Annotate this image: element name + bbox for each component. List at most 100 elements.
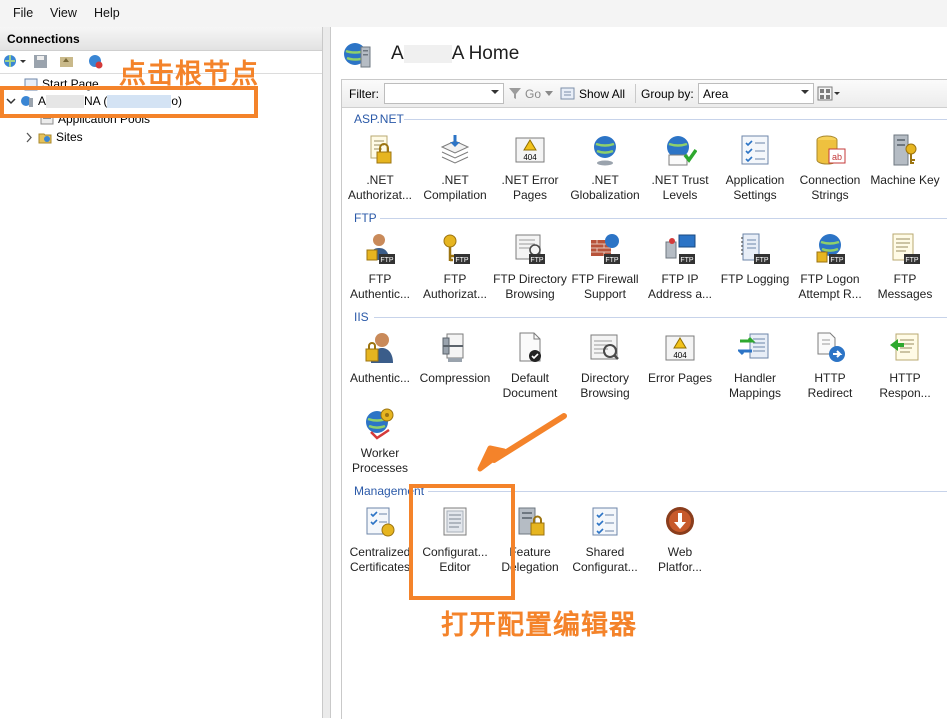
- menu-view[interactable]: View: [50, 6, 77, 20]
- sites-folder-icon: [38, 133, 52, 144]
- svg-text:FTP: FTP: [605, 257, 619, 264]
- page-title: AA Home: [391, 43, 520, 64]
- tree-item-sites[interactable]: Sites: [24, 130, 83, 148]
- feature-delegation-icon: [518, 507, 545, 536]
- connection-strings-icon: ab: [816, 135, 846, 165]
- connect-globe-icon[interactable]: [3, 54, 18, 69]
- feature-ftp-logging[interactable]: FTP FTP Logging: [717, 232, 793, 287]
- home-panel: AA Home Filter: Go Show All Group by: Ar…: [331, 27, 947, 719]
- server-home-icon: [344, 43, 371, 68]
- go-funnel-icon[interactable]: [508, 87, 522, 100]
- feature-ftp-authorization[interactable]: FTP FTP Authorizat...: [417, 232, 493, 302]
- features-view: Filter: Go Show All Group by: Area ASP.N…: [341, 79, 947, 719]
- compression-icon: [442, 333, 464, 362]
- annotation-open-config-editor: 打开配置编辑器: [441, 610, 637, 640]
- show-all-button[interactable]: Show All: [579, 87, 625, 101]
- chevron-right-icon[interactable]: [24, 131, 34, 144]
- feature-authentication[interactable]: Authentic...: [342, 331, 418, 386]
- default-document-icon: [519, 332, 541, 362]
- filter-input[interactable]: [384, 83, 504, 104]
- feature-connection-strings[interactable]: ab Connection Strings: [792, 133, 868, 203]
- feature-error-pages[interactable]: 404 Error Pages: [642, 331, 718, 386]
- redacted-text: [403, 44, 452, 63]
- net-error-pages-icon: 404: [515, 137, 545, 163]
- show-all-icon[interactable]: [560, 86, 576, 101]
- connections-panel: Connections Start Page A NA (o) Applicati…: [0, 27, 323, 718]
- ftp-authentication-icon: FTP: [366, 234, 395, 264]
- ftp-logon-attempt-icon: FTP: [816, 234, 845, 264]
- connections-title: Connections: [7, 32, 80, 46]
- svg-text:FTP: FTP: [755, 257, 769, 264]
- worker-processes-icon: [366, 408, 394, 440]
- feature-directory-browsing[interactable]: Directory Browsing: [567, 331, 643, 401]
- ftp-messages-icon: FTP: [892, 233, 920, 264]
- feature-compression[interactable]: Compression: [417, 331, 493, 386]
- ftp-directory-browsing-icon: FTP: [515, 234, 545, 264]
- annotation-arrow-icon: [477, 413, 567, 472]
- feature-default-document[interactable]: Default Document: [492, 331, 568, 401]
- ftp-ip-address-icon: FTP: [665, 234, 696, 264]
- svg-text:FTP: FTP: [380, 257, 394, 264]
- feature-ftp-directory-browsing[interactable]: FTP FTP Directory Browsing: [492, 232, 568, 302]
- go-button[interactable]: Go: [525, 87, 541, 101]
- menu-file[interactable]: File: [13, 6, 33, 20]
- up-level-icon[interactable]: [59, 54, 74, 69]
- disconnect-icon[interactable]: [88, 54, 103, 69]
- authentication-icon: [365, 333, 393, 363]
- panel-splitter[interactable]: [323, 27, 331, 718]
- dropdown-arrow-icon[interactable]: [19, 54, 27, 69]
- http-response-headers-icon: [890, 333, 919, 361]
- svg-text:FTP: FTP: [680, 257, 694, 264]
- group-by-select[interactable]: Area: [698, 83, 814, 104]
- menu-bar: File View Help: [0, 0, 947, 28]
- feature-ftp-authentication[interactable]: FTP FTP Authentic...: [342, 232, 418, 302]
- section-aspnet-label: ASP.NET: [354, 112, 404, 126]
- annotation-highlight-config-editor: [409, 484, 515, 600]
- feature-ftp-firewall-support[interactable]: FTP FTP Firewall Support: [567, 232, 643, 302]
- section-iis-label: IIS: [354, 310, 369, 324]
- application-settings-icon: [741, 135, 769, 165]
- chevron-down-icon[interactable]: [491, 90, 499, 94]
- connections-header: Connections: [0, 27, 322, 51]
- svg-text:FTP: FTP: [455, 257, 469, 264]
- feature-centralized-certificates[interactable]: Centralized Certificates: [342, 505, 418, 575]
- svg-text:FTP: FTP: [830, 257, 844, 264]
- feature-handler-mappings[interactable]: Handler Mappings: [717, 331, 793, 401]
- feature-net-globalization[interactable]: .NET Globalization: [567, 133, 643, 203]
- ftp-logging-icon: FTP: [741, 233, 770, 264]
- svg-text:404: 404: [673, 351, 687, 360]
- feature-http-redirect[interactable]: HTTP Redirect: [792, 331, 868, 401]
- feature-machine-key[interactable]: Machine Key: [867, 133, 943, 188]
- directory-browsing-icon: [590, 334, 619, 360]
- menu-help[interactable]: Help: [94, 6, 120, 20]
- group-by-label: Group by:: [641, 87, 694, 101]
- feature-web-platform-installer[interactable]: Web Platfor...: [642, 505, 718, 575]
- toolbar-separator: [635, 84, 636, 103]
- http-redirect-icon: [817, 332, 845, 362]
- machine-key-icon: [893, 134, 917, 166]
- feature-http-response-headers[interactable]: HTTP Respon...: [867, 331, 943, 401]
- feature-application-settings[interactable]: Application Settings: [717, 133, 793, 203]
- feature-ftp-logon-attempt[interactable]: FTP FTP Logon Attempt R...: [792, 232, 868, 302]
- chevron-down-icon[interactable]: [801, 90, 809, 94]
- feature-net-error-pages[interactable]: 404 .NET Error Pages: [492, 133, 568, 203]
- feature-net-authorization[interactable]: .NET Authorizat...: [342, 133, 418, 203]
- svg-text:FTP: FTP: [530, 257, 544, 264]
- error-pages-icon: 404: [665, 335, 695, 361]
- svg-text:ab: ab: [832, 152, 842, 162]
- svg-text:FTP: FTP: [905, 257, 919, 264]
- ftp-firewall-support-icon: FTP: [591, 234, 620, 264]
- view-mode-icon[interactable]: [817, 86, 841, 101]
- ftp-authorization-icon: FTP: [443, 234, 470, 264]
- feature-net-trust-levels[interactable]: .NET Trust Levels: [642, 133, 718, 203]
- feature-ftp-messages[interactable]: FTP FTP Messages: [867, 232, 943, 302]
- feature-shared-configuration[interactable]: Shared Configurat...: [567, 505, 643, 575]
- feature-ftp-ip-address[interactable]: FTP FTP IP Address a...: [642, 232, 718, 302]
- save-icon[interactable]: [33, 54, 48, 69]
- feature-net-compilation[interactable]: .NET Compilation: [417, 133, 493, 203]
- feature-worker-processes[interactable]: Worker Processes: [342, 406, 418, 476]
- handler-mappings-icon: [736, 333, 769, 359]
- svg-text:404: 404: [523, 153, 537, 162]
- net-compilation-icon: [440, 135, 470, 164]
- go-dropdown-icon[interactable]: [545, 91, 553, 97]
